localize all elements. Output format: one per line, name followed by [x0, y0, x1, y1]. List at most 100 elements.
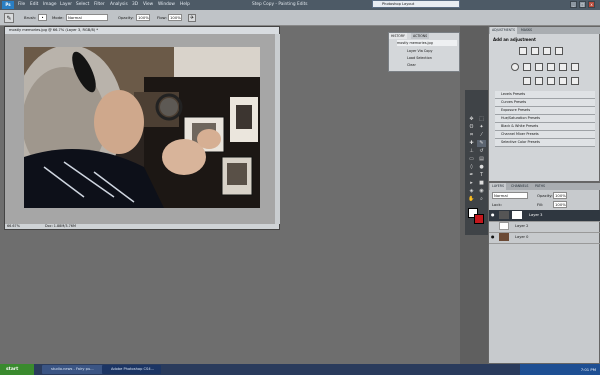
layer-mask-thumbnail[interactable]: [512, 211, 522, 219]
brush-tool-icon[interactable]: ✎: [4, 13, 14, 23]
crop-tool-icon[interactable]: ⌗: [467, 132, 476, 139]
preset-item[interactable]: Exposure Presets: [495, 107, 595, 115]
photo-canvas[interactable]: [24, 47, 260, 208]
eyedropper-icon[interactable]: ⁄: [477, 132, 486, 139]
canvas-area[interactable]: [5, 34, 275, 224]
curves-icon[interactable]: [543, 47, 551, 55]
menu-bar: Ps File Edit Image Layer Select Filter A…: [0, 0, 600, 10]
menu-image[interactable]: Image: [43, 2, 56, 7]
levels-icon[interactable]: [531, 47, 539, 55]
clock[interactable]: 7:01 PM: [581, 367, 596, 372]
blur-tool-icon[interactable]: ◊: [467, 164, 476, 171]
hand-tool-icon[interactable]: ✋: [467, 196, 476, 203]
mode-select[interactable]: Normal: [66, 14, 108, 21]
start-button[interactable]: start: [0, 364, 34, 375]
fill-field[interactable]: 100%: [553, 201, 567, 208]
stamp-tool-icon[interactable]: ⊥: [467, 148, 476, 155]
maximize-button[interactable]: □: [579, 1, 586, 8]
blend-mode-select[interactable]: Normal: [492, 192, 528, 199]
layer-row[interactable]: ● Layer 0: [489, 232, 600, 244]
menu-help[interactable]: Help: [180, 2, 190, 7]
invert-icon[interactable]: [523, 77, 531, 85]
dodge-tool-icon[interactable]: ●: [477, 164, 486, 171]
history-item[interactable]: mostly memories.jpg: [397, 40, 457, 46]
doc-size[interactable]: Doc: 1.88M/3.76M: [45, 224, 76, 228]
tab-history[interactable]: HISTORY: [389, 33, 407, 39]
minimize-button[interactable]: _: [570, 1, 577, 8]
mode-label: Mode:: [52, 15, 64, 20]
history-item[interactable]: Load Selection: [407, 55, 432, 61]
path-select-icon[interactable]: ▸: [467, 180, 476, 187]
preset-item[interactable]: Hue/Saturation Presets: [495, 115, 595, 123]
adjustments-header: ADJUSTMENTS MASKS: [489, 27, 600, 34]
menu-analysis[interactable]: Analysis: [110, 2, 128, 7]
eraser-tool-icon[interactable]: ▭: [467, 156, 476, 163]
vertical-scrollbar[interactable]: [275, 34, 280, 224]
layer-opacity-label: Opacity:: [537, 193, 553, 198]
type-tool-icon[interactable]: T: [477, 172, 486, 179]
magic-wand-icon[interactable]: ✦: [477, 124, 486, 131]
menu-view[interactable]: View: [143, 2, 153, 7]
hue-saturation-icon[interactable]: [523, 63, 531, 71]
marquee-tool-icon[interactable]: ⬚: [477, 116, 486, 123]
shape-tool-icon[interactable]: ■: [477, 180, 486, 187]
history-brush-icon[interactable]: ↺: [477, 148, 486, 155]
tab-channels[interactable]: CHANNELS: [509, 183, 530, 190]
flow-field[interactable]: 100%: [168, 14, 182, 21]
tab-actions[interactable]: ACTIONS: [411, 33, 430, 39]
opacity-field[interactable]: 100%: [136, 14, 150, 21]
camera-tool-icon[interactable]: ◉: [477, 188, 486, 195]
tab-paths[interactable]: PATHS: [533, 183, 547, 190]
preset-item[interactable]: Channel Mixer Presets: [495, 131, 595, 139]
brush-tool-icon[interactable]: ✎: [477, 140, 486, 147]
preset-item[interactable]: Levels Presets: [495, 91, 595, 99]
color-balance-icon[interactable]: [535, 63, 543, 71]
document-tab[interactable]: mostly memories.jpg @ 66.7% (Layer 3, RG…: [5, 27, 279, 34]
menu-select[interactable]: Select: [76, 2, 89, 7]
menu-layer[interactable]: Layer: [60, 2, 72, 7]
pen-tool-icon[interactable]: ✒: [467, 172, 476, 179]
visibility-eye-icon[interactable]: ●: [491, 213, 495, 217]
tab-adjustments[interactable]: ADJUSTMENTS: [490, 27, 517, 34]
preset-item[interactable]: Black & White Presets: [495, 123, 595, 131]
photo-filter-icon[interactable]: [559, 63, 567, 71]
tab-layers[interactable]: LAYERS: [490, 183, 506, 190]
preset-item[interactable]: Curves Presets: [495, 99, 595, 107]
brush-picker[interactable]: •: [38, 14, 47, 21]
brightness-icon[interactable]: [519, 47, 527, 55]
history-item[interactable]: Clear: [407, 62, 416, 68]
gradient-map-icon[interactable]: [559, 77, 567, 85]
menu-file[interactable]: File: [18, 2, 25, 7]
menu-filter[interactable]: Filter: [94, 2, 105, 7]
posterize-icon[interactable]: [535, 77, 543, 85]
taskbar: start studio.news - Fairy pu... Adobe Ph…: [0, 364, 600, 375]
layer-opacity-field[interactable]: 100%: [553, 192, 567, 199]
zoom-tool-icon[interactable]: ⌕: [477, 196, 486, 203]
channel-mixer-icon[interactable]: [571, 63, 579, 71]
menu-edit[interactable]: Edit: [30, 2, 38, 7]
floating-window[interactable]: Photoshop Layout: [372, 0, 460, 8]
tab-masks[interactable]: MASKS: [519, 27, 534, 34]
move-tool-icon[interactable]: ✥: [467, 116, 476, 123]
selective-color-icon[interactable]: [571, 77, 579, 85]
threshold-icon[interactable]: [547, 77, 555, 85]
healing-tool-icon[interactable]: ✚: [467, 140, 476, 147]
taskbar-button[interactable]: Adobe Photoshop CS4...: [102, 365, 161, 374]
gradient-tool-icon[interactable]: ▤: [477, 156, 486, 163]
menu-window[interactable]: Window: [158, 2, 175, 7]
background-color-swatch[interactable]: [474, 214, 484, 224]
close-button[interactable]: x: [588, 1, 595, 8]
menu-3d[interactable]: 3D: [132, 2, 138, 7]
vibrance-icon[interactable]: [511, 63, 519, 71]
flow-label: Flow:: [157, 15, 167, 20]
taskbar-button[interactable]: studio.news - Fairy pu...: [42, 365, 107, 374]
zoom-level[interactable]: 66.67%: [7, 224, 20, 228]
exposure-icon[interactable]: [555, 47, 563, 55]
3d-tool-icon[interactable]: ◈: [467, 188, 476, 195]
lasso-tool-icon[interactable]: ʘ: [467, 124, 476, 131]
history-item[interactable]: Layer Via Copy: [407, 48, 432, 54]
visibility-eye-icon[interactable]: ●: [491, 235, 495, 239]
black-white-icon[interactable]: [547, 63, 555, 71]
preset-item[interactable]: Selective Color Presets: [495, 139, 595, 147]
airbrush-icon[interactable]: ✈: [188, 14, 196, 22]
